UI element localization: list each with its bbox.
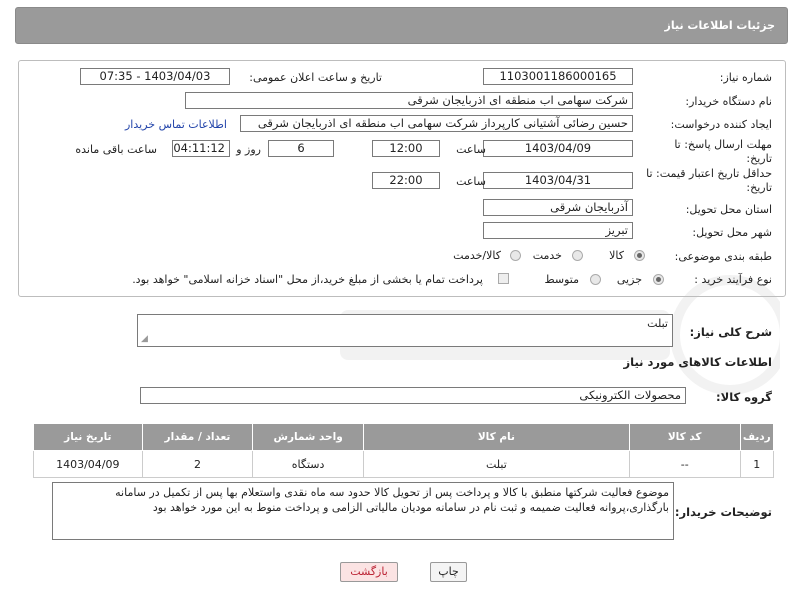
cell-name: تبلت [362, 450, 630, 478]
announce-datetime-field[interactable]: 1403/04/03 - 07:35 [80, 68, 230, 85]
back-button[interactable]: بازگشت [340, 562, 398, 582]
deadline-date-field[interactable]: 1403/04/09 [483, 140, 633, 157]
col-unit: واحد شمارش [252, 423, 364, 451]
page-title: جزئیات اطلاعات نیاز [664, 19, 776, 32]
days-label: روز و [236, 143, 261, 156]
col-row: ردیف [739, 423, 775, 451]
province-label: استان محل تحویل: [685, 203, 772, 216]
city-field[interactable]: تبریز [483, 222, 633, 239]
summary-label: شرح کلی نیاز: [689, 325, 772, 339]
col-date: تاریخ نیاز [33, 423, 143, 451]
deadline-time-field[interactable]: 12:00 [372, 140, 440, 157]
category-goods-service-radio[interactable] [510, 250, 521, 261]
city-label: شهر محل تحویل: [692, 226, 772, 239]
col-code: کد کالا [628, 423, 741, 451]
days-remaining-field[interactable]: 6 [268, 140, 334, 157]
summary-textarea[interactable]: تبلت ◢ [137, 314, 673, 347]
validity-label: حداقل تاریخ اعتبار قیمت: تا [646, 167, 772, 180]
process-label: نوع فرآیند خرید : [694, 273, 772, 286]
announce-label: تاریخ و ساعت اعلان عمومی: [249, 71, 382, 84]
table-row[interactable]: 1 -- تبلت دستگاه 2 1403/04/09 [33, 450, 775, 478]
category-label: طبقه بندی موضوعی: [674, 250, 772, 263]
buyer-notes-value: موضوع فعالیت شرکتها منطبق با کالا و پردا… [115, 486, 669, 514]
buyer-org-field[interactable]: شرکت سهامی اب منطقه ای اذربایجان شرقی [185, 92, 633, 109]
validity-time-field[interactable]: 22:00 [372, 172, 440, 189]
deadline-time-label: ساعت [456, 143, 486, 156]
validity-date-field[interactable]: 1403/04/31 [483, 172, 633, 189]
province-field[interactable]: آذربایجان شرقی [483, 199, 633, 216]
cell-unit: دستگاه [252, 450, 364, 478]
col-name: نام کالا [362, 423, 630, 451]
cell-date: 1403/04/09 [33, 450, 143, 478]
process-medium-label: متوسط [544, 273, 579, 286]
buyer-contact-link[interactable]: اطلاعات تماس خریدار [125, 118, 227, 131]
deadline-label-date: تاریخ: [746, 152, 772, 165]
process-minor-label: جزیی [616, 273, 642, 286]
process-medium-radio[interactable] [590, 274, 601, 285]
validity-label-date: تاریخ: [746, 181, 772, 194]
treasury-payment-note: پرداخت تمام یا بخشی از مبلغ خرید،از محل … [132, 273, 483, 286]
category-service-label: خدمت [532, 249, 562, 262]
remaining-time-field[interactable]: 04:11:12 [172, 140, 230, 157]
goods-group-field[interactable]: محصولات الکترونیکی [140, 387, 686, 404]
goods-table-header: ردیف کد کالا نام کالا واحد شمارش تعداد /… [33, 423, 775, 451]
deadline-label: مهلت ارسال پاسخ: تا [674, 138, 772, 151]
remaining-label: ساعت باقی مانده [75, 143, 157, 156]
print-button[interactable]: چاپ [430, 562, 467, 582]
process-minor-radio[interactable] [653, 274, 664, 285]
buyer-notes-textarea[interactable]: موضوع فعالیت شرکتها منطبق با کالا و پردا… [52, 482, 674, 540]
resize-grip-icon[interactable]: ◢ [141, 334, 148, 344]
validity-time-label: ساعت [456, 175, 486, 188]
page-header: جزئیات اطلاعات نیاز [15, 7, 788, 44]
buyer-org-label: نام دستگاه خریدار: [685, 95, 772, 108]
creator-label: ایجاد کننده درخواست: [670, 118, 772, 131]
cell-row: 1 [739, 450, 775, 478]
category-goods-service-label: کالا/خدمت [453, 249, 501, 262]
category-goods-radio[interactable] [634, 250, 645, 261]
summary-value: تبلت [647, 317, 668, 330]
cell-code: -- [628, 450, 741, 478]
category-goods-label: کالا [609, 249, 624, 262]
need-number-label: شماره نیاز: [719, 71, 772, 84]
goods-table: ردیف کد کالا نام کالا واحد شمارش تعداد /… [33, 423, 775, 478]
need-number-field[interactable]: 1103001186000165 [483, 68, 633, 85]
goods-group-label: گروه کالا: [716, 390, 772, 404]
goods-section-title: اطلاعات کالاهای مورد نیاز [623, 355, 772, 369]
treasury-payment-checkbox[interactable] [498, 273, 509, 284]
buyer-notes-label: توضیحات خریدار: [674, 505, 772, 519]
col-qty: تعداد / مقدار [141, 423, 254, 451]
category-service-radio[interactable] [572, 250, 583, 261]
creator-field[interactable]: حسین رضائی آشتیانی کارپرداز شرکت سهامی ا… [240, 115, 633, 132]
cell-qty: 2 [141, 450, 254, 478]
